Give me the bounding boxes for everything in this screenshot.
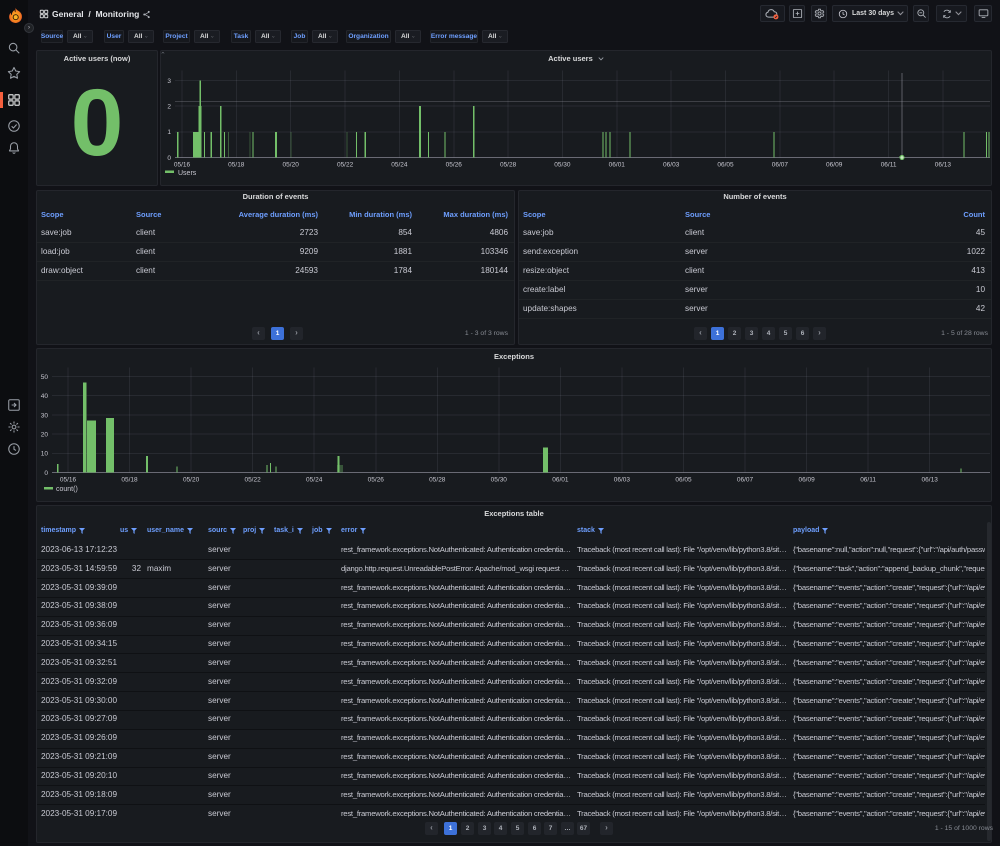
svg-text:Users: Users [178, 170, 197, 177]
svg-text:05/16: 05/16 [174, 162, 191, 169]
svg-text:06/09: 06/09 [826, 162, 843, 169]
svg-text:0: 0 [44, 470, 48, 477]
svg-text:06/13: 06/13 [935, 162, 952, 169]
svg-text:06/11: 06/11 [860, 477, 876, 484]
svg-text:06/03: 06/03 [663, 162, 680, 169]
svg-text:05/30: 05/30 [554, 162, 571, 169]
svg-text:05/16: 05/16 [60, 477, 77, 484]
svg-text:05/24: 05/24 [306, 477, 323, 484]
svg-text:06/05: 06/05 [717, 162, 734, 169]
svg-text:10: 10 [41, 451, 49, 458]
svg-text:05/20: 05/20 [283, 162, 300, 169]
svg-text:40: 40 [41, 393, 49, 400]
svg-text:06/01: 06/01 [609, 162, 626, 169]
svg-text:1: 1 [167, 129, 171, 136]
svg-text:20: 20 [41, 432, 49, 439]
svg-text:05/20: 05/20 [183, 477, 200, 484]
svg-text:06/01: 06/01 [552, 477, 569, 484]
svg-text:2: 2 [167, 104, 171, 111]
svg-text:05/22: 05/22 [244, 477, 261, 484]
svg-text:05/26: 05/26 [446, 162, 463, 169]
svg-text:05/24: 05/24 [391, 162, 408, 169]
svg-text:06/07: 06/07 [772, 162, 789, 169]
svg-text:05/26: 05/26 [368, 477, 385, 484]
svg-text:05/28: 05/28 [500, 162, 517, 169]
svg-text:06/07: 06/07 [737, 477, 754, 484]
svg-text:05/18: 05/18 [228, 162, 245, 169]
svg-text:06/05: 06/05 [675, 477, 692, 484]
svg-text:06/09: 06/09 [798, 477, 815, 484]
svg-text:06/13: 06/13 [922, 477, 939, 484]
svg-text:06/11: 06/11 [881, 162, 897, 169]
svg-text:0: 0 [167, 155, 171, 162]
svg-text:05/28: 05/28 [429, 477, 446, 484]
svg-text:05/30: 05/30 [491, 477, 508, 484]
svg-text:50: 50 [41, 374, 49, 381]
svg-text:count(): count() [56, 486, 78, 493]
svg-text:05/22: 05/22 [337, 162, 354, 169]
svg-text:06/03: 06/03 [614, 477, 631, 484]
svg-text:3: 3 [167, 78, 171, 85]
svg-text:30: 30 [41, 412, 49, 419]
svg-text:05/18: 05/18 [121, 477, 138, 484]
